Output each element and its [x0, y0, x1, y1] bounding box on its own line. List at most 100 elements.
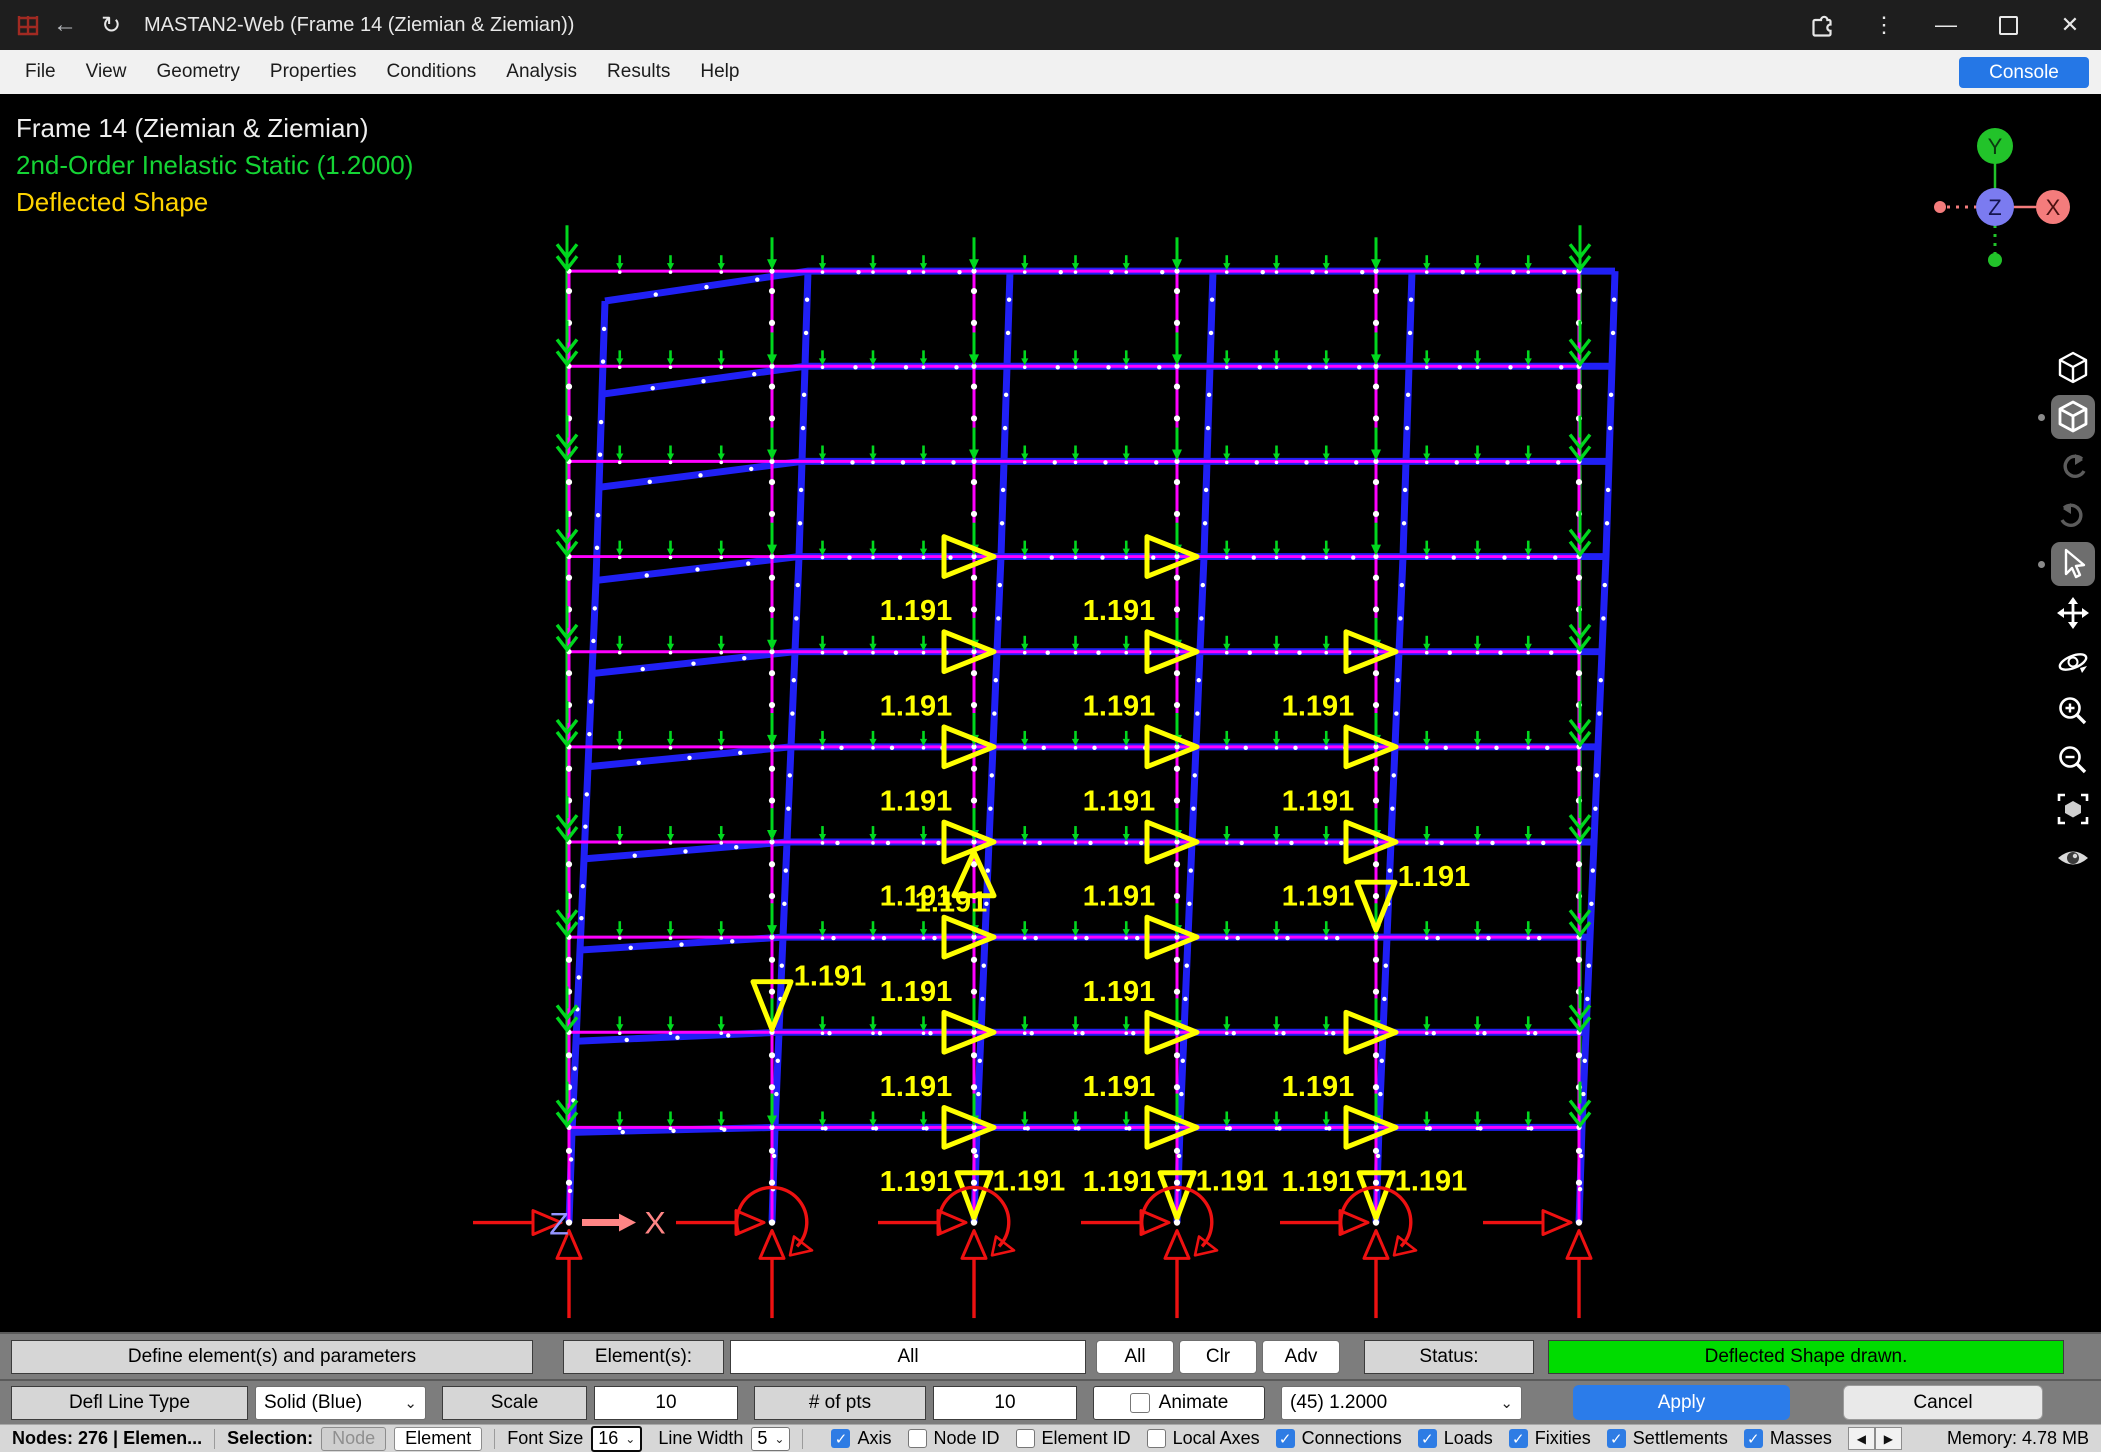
maximize-icon[interactable]	[1977, 0, 2039, 50]
view-cube-solid-icon[interactable]	[2051, 395, 2095, 439]
checkbox-icon[interactable]: ✓	[1607, 1429, 1626, 1448]
view-toolbar	[2051, 346, 2095, 880]
menu-item-help[interactable]: Help	[685, 50, 754, 94]
zoom-out-icon[interactable]	[2051, 738, 2095, 782]
apply-button[interactable]: Apply	[1573, 1385, 1790, 1420]
toggle-loads[interactable]: ✓Loads	[1418, 1428, 1493, 1449]
checkbox-icon[interactable]: ✓	[1276, 1429, 1295, 1448]
toggle-connections[interactable]: ✓ Connections	[1276, 1428, 1402, 1449]
undo-icon[interactable]	[2051, 444, 2095, 488]
gizmo-minus-y-dot[interactable]	[1988, 253, 2002, 267]
elements-label: Element(s):	[563, 1340, 724, 1374]
menu-item-view[interactable]: View	[71, 50, 142, 94]
animate-toggle[interactable]: Animate	[1093, 1386, 1265, 1420]
divider	[802, 1429, 803, 1449]
extensions-icon[interactable]	[1791, 0, 1853, 50]
svg-text:1.191: 1.191	[1083, 1071, 1156, 1103]
scale-input[interactable]: 10	[594, 1386, 738, 1420]
orbit-icon[interactable]	[2051, 640, 2095, 684]
line-width-label: Line Width	[658, 1428, 743, 1449]
svg-text:1.191: 1.191	[880, 1166, 953, 1198]
menu-bar: FileViewGeometryPropertiesConditionsAnal…	[0, 50, 2101, 94]
line-width-select[interactable]: 5⌄	[751, 1427, 790, 1451]
checkbox-icon[interactable]: ✓	[1509, 1429, 1528, 1448]
checkbox-icon[interactable]: ✓	[1744, 1429, 1763, 1448]
model-canvas[interactable]: 1.191 1.191 1.191 1.191 1.191 1.191 1.191 1.191…	[0, 94, 2101, 1332]
toggle-masses[interactable]: ✓ Masses	[1744, 1428, 1832, 1449]
toggle-label: Settlements	[1633, 1428, 1728, 1449]
clear-button[interactable]: Clr	[1179, 1340, 1257, 1374]
gizmo-z-label: Z	[1988, 195, 2001, 220]
select-all-button[interactable]: All	[1096, 1340, 1174, 1374]
menu-item-file[interactable]: File	[10, 50, 71, 94]
svg-text:1.191: 1.191	[794, 961, 867, 993]
pan-icon[interactable]	[2051, 591, 2095, 635]
toggle-label: Connections	[1302, 1428, 1402, 1449]
animate-checkbox[interactable]	[1130, 1393, 1150, 1413]
visibility-icon[interactable]	[2051, 836, 2095, 880]
line-type-select[interactable]: Solid (Blue)⌄	[255, 1386, 426, 1420]
elements-input[interactable]: All	[730, 1340, 1086, 1374]
refresh-icon[interactable]: ↻	[88, 11, 134, 40]
advanced-button[interactable]: Adv	[1262, 1340, 1340, 1374]
svg-text:1.191: 1.191	[1282, 1071, 1355, 1103]
zoom-fit-icon[interactable]	[2051, 787, 2095, 831]
cancel-button[interactable]: Cancel	[1843, 1385, 2043, 1420]
select-node-button[interactable]: Node	[321, 1427, 386, 1451]
scale-button[interactable]: Scale	[442, 1386, 587, 1420]
svg-text:1.191: 1.191	[1282, 786, 1355, 818]
line-type-value: Solid (Blue)	[264, 1392, 362, 1414]
gizmo-minus-x-dot[interactable]	[1934, 201, 1946, 213]
menu-item-results[interactable]: Results	[592, 50, 685, 94]
checkbox-icon[interactable]: ✓	[831, 1429, 850, 1448]
pager-prev-button[interactable]: ◀	[1848, 1427, 1875, 1450]
menu-item-properties[interactable]: Properties	[255, 50, 372, 94]
toggle-label: Element ID	[1042, 1428, 1131, 1449]
toggle-fixities[interactable]: ✓Fixities	[1509, 1428, 1591, 1449]
view-orientation-gizmo[interactable]: Y X Z	[1895, 108, 2079, 284]
chevron-down-icon: ⌄	[625, 1432, 635, 1446]
checkbox-icon[interactable]	[1147, 1429, 1166, 1448]
app-window: ← ↻ MASTAN2-Web (Frame 14 (Ziemian & Zie…	[0, 0, 2101, 1452]
svg-text:1.191: 1.191	[1282, 881, 1355, 913]
svg-text:1.191: 1.191	[993, 1166, 1066, 1198]
console-button[interactable]: Console	[1959, 57, 2089, 88]
menu-item-conditions[interactable]: Conditions	[372, 50, 492, 94]
toggle-label: Masses	[1770, 1428, 1832, 1449]
minimize-icon[interactable]: —	[1915, 0, 1977, 50]
result-mode-label: Deflected Shape	[16, 184, 413, 221]
toggle-label: Axis	[857, 1428, 891, 1449]
back-icon[interactable]: ←	[42, 11, 88, 39]
num-points-button[interactable]: # of pts	[754, 1386, 926, 1420]
toggle-axis[interactable]: ✓ Axis	[831, 1428, 891, 1449]
toggle-local-axes[interactable]: Local Axes	[1147, 1428, 1260, 1449]
select-cursor-icon[interactable]	[2051, 542, 2095, 586]
checkbox-icon[interactable]	[1016, 1429, 1035, 1448]
zoom-in-icon[interactable]	[2051, 689, 2095, 733]
model-title: Frame 14 (Ziemian & Ziemian)	[16, 110, 413, 147]
chevron-down-icon: ⌄	[1500, 1394, 1513, 1412]
pager-next-button[interactable]: ▶	[1875, 1427, 1902, 1450]
toggle-settlements[interactable]: ✓ Settlements	[1607, 1428, 1728, 1449]
redo-icon[interactable]	[2051, 493, 2095, 537]
svg-text:1.191: 1.191	[880, 690, 953, 722]
font-size-select[interactable]: 16⌄	[591, 1426, 642, 1452]
select-element-button[interactable]: Element	[394, 1427, 482, 1451]
num-points-input[interactable]: 10	[933, 1386, 1077, 1420]
close-icon[interactable]: ✕	[2039, 0, 2101, 50]
checkbox-icon[interactable]	[908, 1429, 927, 1448]
line-width-value: 5	[757, 1428, 767, 1449]
browser-menu-icon[interactable]: ⋮	[1853, 0, 1915, 50]
checkbox-icon[interactable]: ✓	[1418, 1429, 1437, 1448]
menu-item-analysis[interactable]: Analysis	[491, 50, 592, 94]
define-elements-button[interactable]: Define element(s) and parameters	[11, 1340, 533, 1374]
load-case-select[interactable]: (45) 1.2000⌄	[1281, 1386, 1522, 1420]
defl-line-type-button[interactable]: Defl Line Type	[11, 1386, 248, 1420]
toggle-node-id[interactable]: Node ID	[908, 1428, 1000, 1449]
toggle-element-id[interactable]: Element ID	[1016, 1428, 1131, 1449]
view-cube-wireframe-icon[interactable]	[2051, 346, 2095, 390]
menu-item-geometry[interactable]: Geometry	[141, 50, 254, 94]
window-title: MASTAN2-Web (Frame 14 (Ziemian & Ziemian…	[144, 14, 574, 37]
analysis-label: 2nd-Order Inelastic Static (1.2000)	[16, 147, 413, 184]
model-stats: Nodes: 276 | Elemen...	[12, 1428, 202, 1449]
